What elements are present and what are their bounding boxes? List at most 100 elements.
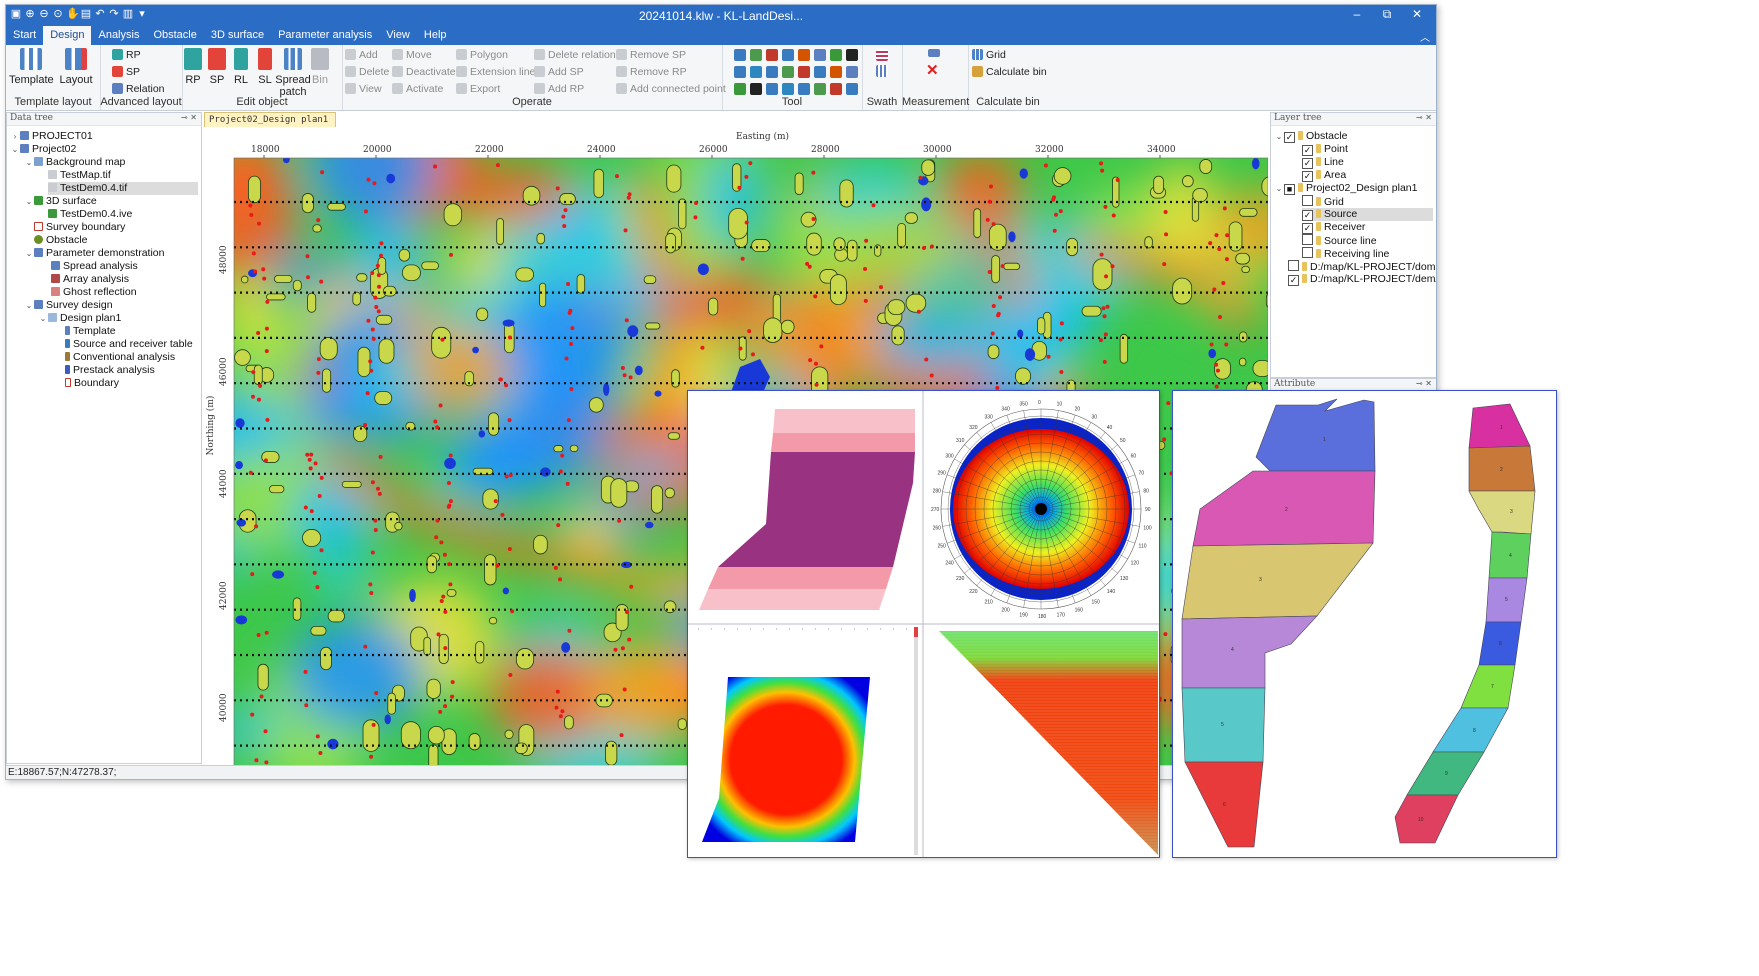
source-point[interactable] (1098, 338, 1103, 343)
tree-item-3d-surface[interactable]: ⌄ 3D surface (24, 195, 97, 208)
source-point[interactable] (700, 345, 705, 350)
source-point[interactable] (369, 754, 374, 759)
source-point[interactable] (1218, 315, 1223, 320)
advanced-rp-button[interactable]: RP (112, 48, 141, 63)
source-point[interactable] (508, 672, 513, 677)
source-point[interactable] (363, 209, 368, 214)
source-point[interactable] (1163, 209, 1168, 214)
tree-item-design-plan1[interactable]: ⌄ Design plan1 (38, 312, 122, 325)
source-point[interactable] (617, 518, 622, 523)
tool-icon[interactable] (846, 83, 858, 95)
source-point[interactable] (989, 184, 994, 189)
source-point[interactable] (375, 263, 380, 268)
source-point[interactable] (558, 577, 563, 582)
source-point[interactable] (363, 423, 368, 428)
source-point[interactable] (308, 466, 313, 471)
tab-view[interactable]: View (379, 26, 417, 45)
source-point[interactable] (315, 734, 320, 739)
source-point[interactable] (1101, 306, 1106, 311)
source-point[interactable] (370, 550, 375, 555)
source-point[interactable] (998, 295, 1003, 300)
source-point[interactable] (1058, 209, 1063, 214)
layer-receiver[interactable]: ✓ Receiver (1302, 221, 1365, 234)
source-point[interactable] (265, 299, 270, 304)
source-point[interactable] (1099, 252, 1104, 257)
tool-icon[interactable] (830, 83, 842, 95)
source-point[interactable] (1058, 337, 1063, 342)
source-point[interactable] (256, 330, 261, 335)
bin-button[interactable]: Bin (308, 48, 332, 86)
tool-icon[interactable] (734, 83, 746, 95)
tree-item-conventional-analysis[interactable]: Conventional analysis (65, 351, 175, 364)
source-point[interactable] (450, 694, 455, 699)
source-point[interactable] (253, 269, 258, 274)
tree-item-project01[interactable]: › PROJECT01 (10, 130, 93, 143)
source-point[interactable] (570, 326, 575, 331)
source-point[interactable] (553, 565, 558, 570)
tab-start[interactable]: Start (6, 26, 43, 45)
ruler-icon[interactable] (928, 49, 940, 57)
source-point[interactable] (819, 344, 824, 349)
source-point[interactable] (1162, 437, 1167, 442)
source-point[interactable] (504, 474, 509, 479)
tree-item-spread-analysis[interactable]: Spread analysis (51, 260, 138, 273)
source-point[interactable] (306, 275, 311, 280)
tab-design-plan[interactable]: Project02_Design plan1 ✕ (204, 112, 336, 139)
source-point[interactable] (259, 694, 264, 699)
layer-checkbox[interactable]: ✓ (1288, 275, 1299, 286)
source-point[interactable] (985, 217, 990, 222)
tool-icon[interactable] (798, 49, 810, 61)
polygon-button[interactable]: Polygon (456, 48, 508, 63)
source-point[interactable] (262, 276, 267, 281)
source-point[interactable] (507, 418, 512, 423)
source-point[interactable] (629, 584, 634, 589)
tool-icon[interactable] (766, 83, 778, 95)
source-point[interactable] (1222, 206, 1227, 211)
source-point[interactable] (627, 637, 632, 642)
source-point[interactable] (562, 224, 567, 229)
source-point[interactable] (264, 326, 269, 331)
source-point[interactable] (303, 505, 308, 510)
source-point[interactable] (563, 208, 568, 213)
source-point[interactable] (374, 690, 379, 695)
source-point[interactable] (372, 181, 377, 186)
source-point[interactable] (316, 370, 321, 375)
source-point[interactable] (814, 382, 819, 387)
layer-checkbox[interactable] (1302, 195, 1313, 206)
source-point[interactable] (435, 425, 440, 430)
layer-area[interactable]: ✓ Area (1302, 169, 1346, 182)
source-point[interactable] (375, 486, 380, 491)
collapse-arrow-icon[interactable]: ⌄ (10, 143, 20, 156)
source-point[interactable] (813, 294, 818, 299)
source-point[interactable] (1103, 204, 1108, 209)
source-point[interactable] (317, 493, 322, 498)
source-point[interactable] (446, 481, 451, 486)
source-point[interactable] (555, 186, 560, 191)
source-point[interactable] (366, 177, 371, 182)
source-point[interactable] (628, 375, 633, 380)
source-point[interactable] (619, 733, 624, 738)
tree-item-survey-design[interactable]: ⌄ Survey design (24, 299, 113, 312)
relation-button[interactable]: Relation (112, 82, 165, 97)
source-point[interactable] (555, 689, 560, 694)
source-point[interactable] (373, 295, 378, 300)
source-point[interactable] (376, 309, 381, 314)
source-point[interactable] (305, 452, 310, 457)
source-point[interactable] (556, 523, 561, 528)
source-point[interactable] (1102, 359, 1107, 364)
source-point[interactable] (1059, 321, 1064, 326)
tab-parameter-analysis[interactable]: Parameter analysis (271, 26, 379, 45)
source-point[interactable] (808, 358, 813, 363)
collapse-ribbon-icon[interactable]: ︿ (1420, 29, 1430, 44)
source-point[interactable] (307, 457, 312, 462)
layer-dem-file[interactable]: ✓ D:/map/KL-PROJECT/dem/Te... (1288, 273, 1436, 286)
source-point[interactable] (1052, 228, 1057, 233)
source-point[interactable] (378, 253, 383, 258)
source-point[interactable] (377, 491, 382, 496)
delete-button[interactable]: Delete (345, 65, 389, 80)
source-point[interactable] (991, 222, 996, 227)
source-point[interactable] (622, 373, 627, 378)
source-point[interactable] (929, 373, 934, 378)
source-point[interactable] (447, 562, 452, 567)
source-point[interactable] (256, 632, 261, 637)
